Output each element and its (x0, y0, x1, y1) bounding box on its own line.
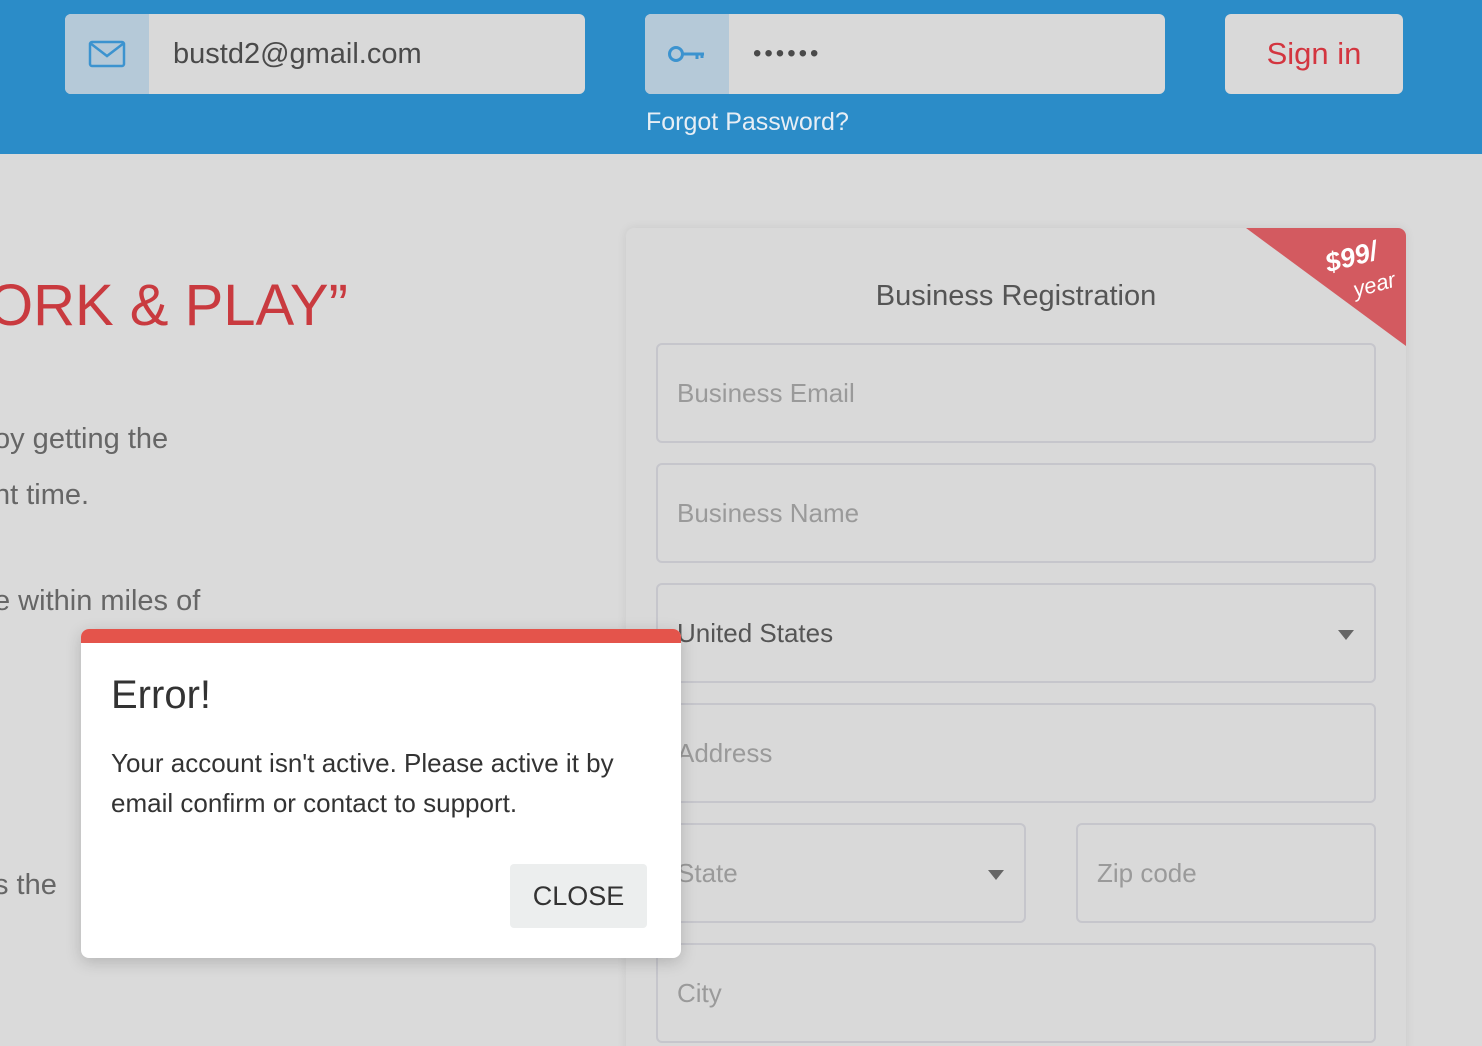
address-input[interactable]: Address (656, 703, 1376, 803)
chevron-down-icon (1338, 630, 1354, 640)
login-email-field[interactable]: bustd2@gmail.com (65, 14, 585, 94)
city-input[interactable]: City (656, 943, 1376, 1043)
modal-message: Your account isn't active. Please active… (111, 748, 614, 818)
state-select[interactable]: State (656, 823, 1026, 923)
chevron-down-icon (988, 870, 1004, 880)
business-name-placeholder: Business Name (677, 497, 860, 528)
business-name-input[interactable]: Business Name (656, 463, 1376, 563)
forgot-password-link[interactable]: Forgot Password? (646, 108, 849, 137)
sign-in-button[interactable]: Sign in (1225, 14, 1403, 94)
hero-line-4: s the (0, 869, 57, 901)
card-title: Business Registration (875, 280, 1157, 312)
hero-line-1: oy getting the (0, 423, 169, 455)
modal-title: Error! (111, 673, 211, 717)
login-password-field[interactable]: •••••• (645, 14, 1165, 94)
business-email-input[interactable]: Business Email (656, 343, 1376, 443)
hero-line-3: e within miles of (0, 585, 201, 617)
login-password-value: •••••• (753, 40, 822, 67)
envelope-icon (65, 14, 149, 94)
business-registration-card: $99/ year Business Registration Business… (626, 228, 1406, 1046)
close-button[interactable]: CLOSE (510, 864, 647, 928)
hero-line-2: ht time. (0, 479, 90, 511)
address-placeholder: Address (677, 737, 773, 768)
login-email-value: bustd2@gmail.com (173, 37, 422, 70)
top-bar: bustd2@gmail.com •••••• Sign in Forgot P… (0, 0, 1482, 154)
zip-code-input[interactable]: Zip code (1076, 823, 1376, 923)
city-placeholder: City (677, 977, 722, 1008)
hero-title: ORK & PLAY” (0, 273, 348, 338)
error-modal: Error! Your account isn't active. Please… (81, 629, 681, 958)
zip-code-placeholder: Zip code (1097, 857, 1197, 888)
key-icon (645, 14, 729, 94)
state-placeholder: State (677, 857, 738, 888)
country-select[interactable]: United States (656, 583, 1376, 683)
country-value: United States (677, 617, 834, 648)
modal-accent-bar (81, 629, 681, 643)
business-email-placeholder: Business Email (677, 377, 855, 408)
